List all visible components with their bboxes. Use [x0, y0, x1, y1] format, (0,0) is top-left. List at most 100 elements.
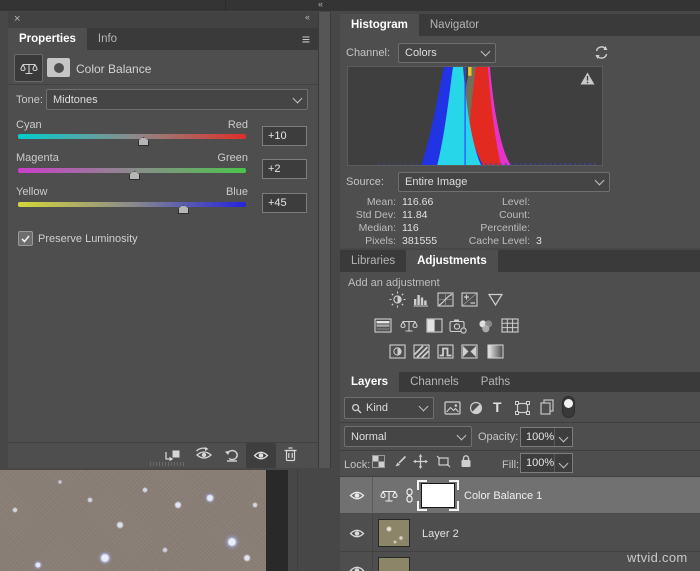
tab-adjustments[interactable]: Adjustments — [406, 250, 498, 272]
filter-shape-layers-icon[interactable] — [515, 401, 530, 415]
properties-scrollbar[interactable] — [318, 12, 331, 468]
lock-pixels-icon[interactable] — [394, 455, 407, 468]
tab-navigator[interactable]: Navigator — [419, 14, 490, 36]
panel-menu-icon[interactable]: ≡ — [302, 31, 310, 47]
tab-properties[interactable]: Properties — [8, 28, 87, 50]
stat-label: Pixels: — [365, 235, 396, 247]
source-select[interactable]: Entire Image — [398, 172, 610, 192]
adjustment-color-lookup-icon[interactable] — [499, 317, 521, 334]
canvas-pasteboard — [266, 470, 288, 571]
adjustments-tabbar: Libraries Adjustments — [340, 250, 700, 272]
stat-value: 3 — [536, 235, 542, 247]
adjustment-brightness-contrast-icon[interactable] — [386, 291, 408, 308]
adjustment-photo-filter-icon[interactable] — [447, 317, 469, 334]
stat-value: 116 — [402, 222, 419, 234]
warning-icon[interactable] — [580, 72, 595, 85]
adjustment-invert-icon[interactable] — [386, 343, 408, 360]
layer-mask-thumbnail[interactable] — [417, 480, 459, 511]
histogram-curves — [377, 67, 599, 165]
opacity-input[interactable]: 100% — [520, 427, 573, 447]
delete-adjustment-button[interactable] — [283, 446, 298, 463]
stat-label: Level: — [501, 196, 530, 208]
chevron-down-icon — [594, 175, 605, 186]
layer-row-color-balance[interactable]: Color Balance 1 — [340, 477, 700, 514]
fill-input[interactable]: 100% — [520, 453, 573, 473]
tab-info[interactable]: Info — [87, 28, 128, 50]
adjustment-title: Color Balance — [76, 62, 152, 76]
collapse-dock-icon[interactable]: « — [318, 0, 323, 9]
adjustment-curves-icon[interactable] — [434, 291, 456, 308]
stat-label: Median: — [358, 222, 396, 234]
close-icon[interactable]: × — [14, 13, 20, 25]
panel-resize-grip[interactable] — [150, 462, 186, 466]
filter-smart-objects-icon[interactable] — [540, 399, 554, 415]
photoshop-panels: « × « Properties Info ≡ Color Balance To… — [0, 0, 700, 571]
adjustment-color-balance-icon[interactable] — [398, 317, 420, 334]
dock-edge-line — [297, 470, 298, 571]
tab-layers[interactable]: Layers — [340, 372, 400, 392]
lock-position-icon[interactable] — [413, 454, 428, 469]
blend-mode-select[interactable]: Normal — [344, 426, 472, 447]
refresh-histogram-button[interactable] — [594, 45, 609, 60]
tab-paths[interactable]: Paths — [470, 372, 521, 392]
dock-seam — [225, 0, 226, 11]
adjustment-channel-mixer-icon[interactable] — [474, 317, 496, 334]
tab-histogram[interactable]: Histogram — [340, 14, 419, 36]
adjustment-gradient-map-icon[interactable] — [484, 343, 506, 360]
stat-label: Percentile: — [480, 222, 530, 234]
filter-adjustment-layers-icon[interactable] — [469, 401, 483, 415]
fill-label: Fill: — [502, 459, 520, 471]
yellow-blue-value[interactable]: +45 — [262, 193, 307, 213]
adjustment-selective-color-icon[interactable] — [458, 343, 480, 360]
adjustment-black-white-icon[interactable] — [423, 317, 445, 334]
cyan-red-slider-track[interactable] — [18, 134, 246, 139]
adjustment-posterize-icon[interactable] — [410, 343, 432, 360]
adjustment-exposure-icon[interactable] — [458, 291, 480, 308]
adjustment-vibrance-icon[interactable] — [484, 291, 506, 308]
filter-kind-select[interactable]: Kind — [344, 397, 434, 419]
layer-thumbnail[interactable] — [378, 519, 410, 547]
lock-transparency-icon[interactable] — [372, 455, 385, 468]
canvas-star-field[interactable] — [0, 470, 266, 571]
layer-visibility-eye-icon[interactable] — [349, 490, 365, 501]
tab-libraries[interactable]: Libraries — [340, 250, 406, 272]
chevron-down-icon — [418, 401, 429, 412]
layer-row-layer-2[interactable]: Layer 2 — [340, 514, 700, 552]
stat-label: Std Dev: — [355, 209, 396, 221]
tab-channels[interactable]: Channels — [399, 372, 470, 392]
filter-toggle[interactable] — [562, 396, 575, 418]
lock-all-icon[interactable] — [460, 454, 472, 468]
layer-name[interactable]: Layer 2 — [422, 528, 459, 540]
lock-artboard-icon[interactable] — [436, 455, 451, 468]
layer-visibility-eye-icon[interactable] — [349, 528, 365, 539]
yellow-blue-slider-track[interactable] — [18, 202, 246, 207]
reset-adjustment-button[interactable] — [224, 447, 240, 463]
magenta-green-slider-track[interactable] — [18, 168, 246, 173]
adjustment-hue-saturation-icon[interactable] — [372, 317, 394, 334]
cyan-red-value[interactable]: +10 — [262, 126, 307, 146]
chevron-down-icon — [558, 432, 569, 442]
magenta-green-value[interactable]: +2 — [262, 159, 307, 179]
tone-select[interactable]: Midtones — [46, 89, 308, 110]
channel-select[interactable]: Colors — [398, 43, 496, 63]
layer-mask-icon[interactable] — [47, 58, 70, 77]
preserve-luminosity-checkbox[interactable] — [18, 231, 33, 246]
adjustment-threshold-icon[interactable] — [434, 343, 456, 360]
stat-label: Count: — [499, 209, 530, 221]
properties-titlebar: × « — [8, 12, 318, 28]
filter-pixel-layers-icon[interactable] — [444, 401, 461, 415]
slider-labels-yellow-blue: Yellow Blue — [16, 186, 248, 198]
toggle-visibility-button[interactable] — [246, 443, 276, 468]
stat-label: Cache Level: — [468, 235, 530, 247]
divider — [340, 422, 700, 423]
collapse-panel-icon[interactable]: « — [305, 12, 310, 22]
view-previous-state-button[interactable] — [194, 447, 214, 463]
layer-visibility-eye-icon[interactable] — [349, 565, 365, 571]
layer-name[interactable]: Color Balance 1 — [464, 490, 542, 502]
filter-type-layers-icon[interactable]: T — [493, 399, 502, 415]
add-adjustment-label: Add an adjustment — [348, 277, 440, 289]
adjustment-levels-icon[interactable] — [410, 291, 432, 308]
layer-thumbnail[interactable] — [378, 557, 410, 571]
mask-link-icon[interactable] — [405, 488, 414, 503]
clip-to-layer-button[interactable] — [164, 448, 181, 463]
